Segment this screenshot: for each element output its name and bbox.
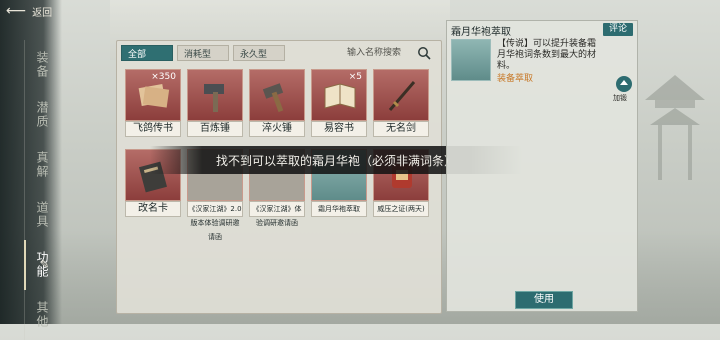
brush-icon: ✎ xyxy=(40,258,50,271)
nav-divider xyxy=(24,40,25,90)
item-slot[interactable]: 无名剑 xyxy=(373,69,429,137)
item-tile xyxy=(373,69,429,121)
item-count: ×5 xyxy=(348,72,362,82)
inventory-panel: 全部 消耗型 永久型 ×350 飞鸽传书 百炼锤 xyxy=(116,40,442,314)
comment-button[interactable]: 评论 xyxy=(603,23,633,36)
nav-divider xyxy=(24,290,25,340)
back-button[interactable]: ⟵ 返回 xyxy=(6,2,52,20)
search-input[interactable] xyxy=(347,46,413,60)
nav-divider xyxy=(24,140,25,190)
nav-label: 真解 xyxy=(35,151,49,179)
detail-tag: 装备萃取 xyxy=(497,74,534,84)
item-tile xyxy=(187,69,243,121)
nav-divider xyxy=(24,240,26,290)
item-name: 无名剑 xyxy=(373,121,429,137)
item-name: 易容书 xyxy=(311,121,367,137)
tab-consumable[interactable]: 消耗型 xyxy=(177,45,229,61)
category-nav: 装备 潜质 真解 道具 功能 其他 xyxy=(24,40,54,340)
back-label: 返回 xyxy=(32,7,53,19)
detail-description: 【传说】可以提升装备霜月华袍词条数到最大的材料。 xyxy=(497,39,597,71)
item-name: 百炼锤 xyxy=(187,121,243,137)
item-slot[interactable]: 百炼锤 xyxy=(187,69,243,137)
nav-label: 道具 xyxy=(35,201,49,229)
hammer-icon xyxy=(204,84,224,112)
item-name: 《汉家江湖》体验调研邀请函 xyxy=(249,201,305,227)
item-name: 改名卡 xyxy=(125,201,181,217)
nav-item-potential[interactable]: 潜质 xyxy=(24,90,54,140)
tab-permanent[interactable]: 永久型 xyxy=(233,45,285,61)
use-button[interactable]: 使用 xyxy=(515,291,573,309)
search-icon[interactable] xyxy=(417,46,431,60)
item-name: 飞鸽传书 xyxy=(125,121,181,137)
nav-label: 潜质 xyxy=(35,101,49,129)
detail-title: 霜月华袍萃取 xyxy=(451,27,511,38)
item-tile: ×5 xyxy=(311,69,367,121)
book-icon xyxy=(324,83,356,109)
nav-item-equipment[interactable]: 装备 xyxy=(24,40,54,90)
item-count: ×350 xyxy=(151,72,176,82)
tab-all[interactable]: 全部 xyxy=(121,45,173,61)
fire-hammer-icon xyxy=(262,83,284,113)
letters-icon xyxy=(138,84,170,108)
item-name: 霜月华袍萃取 xyxy=(311,201,367,217)
filter-tabs: 全部 消耗型 永久型 xyxy=(121,45,285,61)
search-box xyxy=(347,44,435,62)
item-tile: ×350 xyxy=(125,69,181,121)
nav-item-other[interactable]: 其他 xyxy=(24,290,54,340)
nav-label: 装备 xyxy=(35,51,49,79)
nav-item-props[interactable]: 道具 xyxy=(24,190,54,240)
equip-label: 加锻 xyxy=(613,94,627,102)
robe-icon xyxy=(451,39,491,81)
sword-icon xyxy=(388,81,416,111)
back-arrow-icon: ⟵ xyxy=(6,3,27,19)
item-detail-panel: 霜月华袍萃取 评论 【传说】可以提升装备霜月华袍词条数到最大的材料。 装备萃取 … xyxy=(446,20,638,312)
equip-icon[interactable] xyxy=(615,75,633,93)
item-tile xyxy=(249,69,305,121)
item-slot[interactable]: ×5 易容书 xyxy=(311,69,367,137)
item-name: 威压之证(两天) xyxy=(373,201,429,217)
background-pavilion xyxy=(645,75,705,180)
item-slot[interactable]: 淬火锤 xyxy=(249,69,305,137)
nav-divider xyxy=(24,190,25,240)
item-slot[interactable]: ×350 飞鸽传书 xyxy=(125,69,181,137)
nav-item-true-solution[interactable]: 真解 xyxy=(24,140,54,190)
nav-divider xyxy=(24,90,25,140)
nav-label: 其他 xyxy=(35,301,49,329)
item-name: 淬火锤 xyxy=(249,121,305,137)
left-rail: ⟵ 返回 装备 潜质 真解 道具 功能 其他 ✎ xyxy=(0,0,62,340)
item-name: 《汉家江湖》2.0版本体验调研邀请函 xyxy=(187,201,243,241)
